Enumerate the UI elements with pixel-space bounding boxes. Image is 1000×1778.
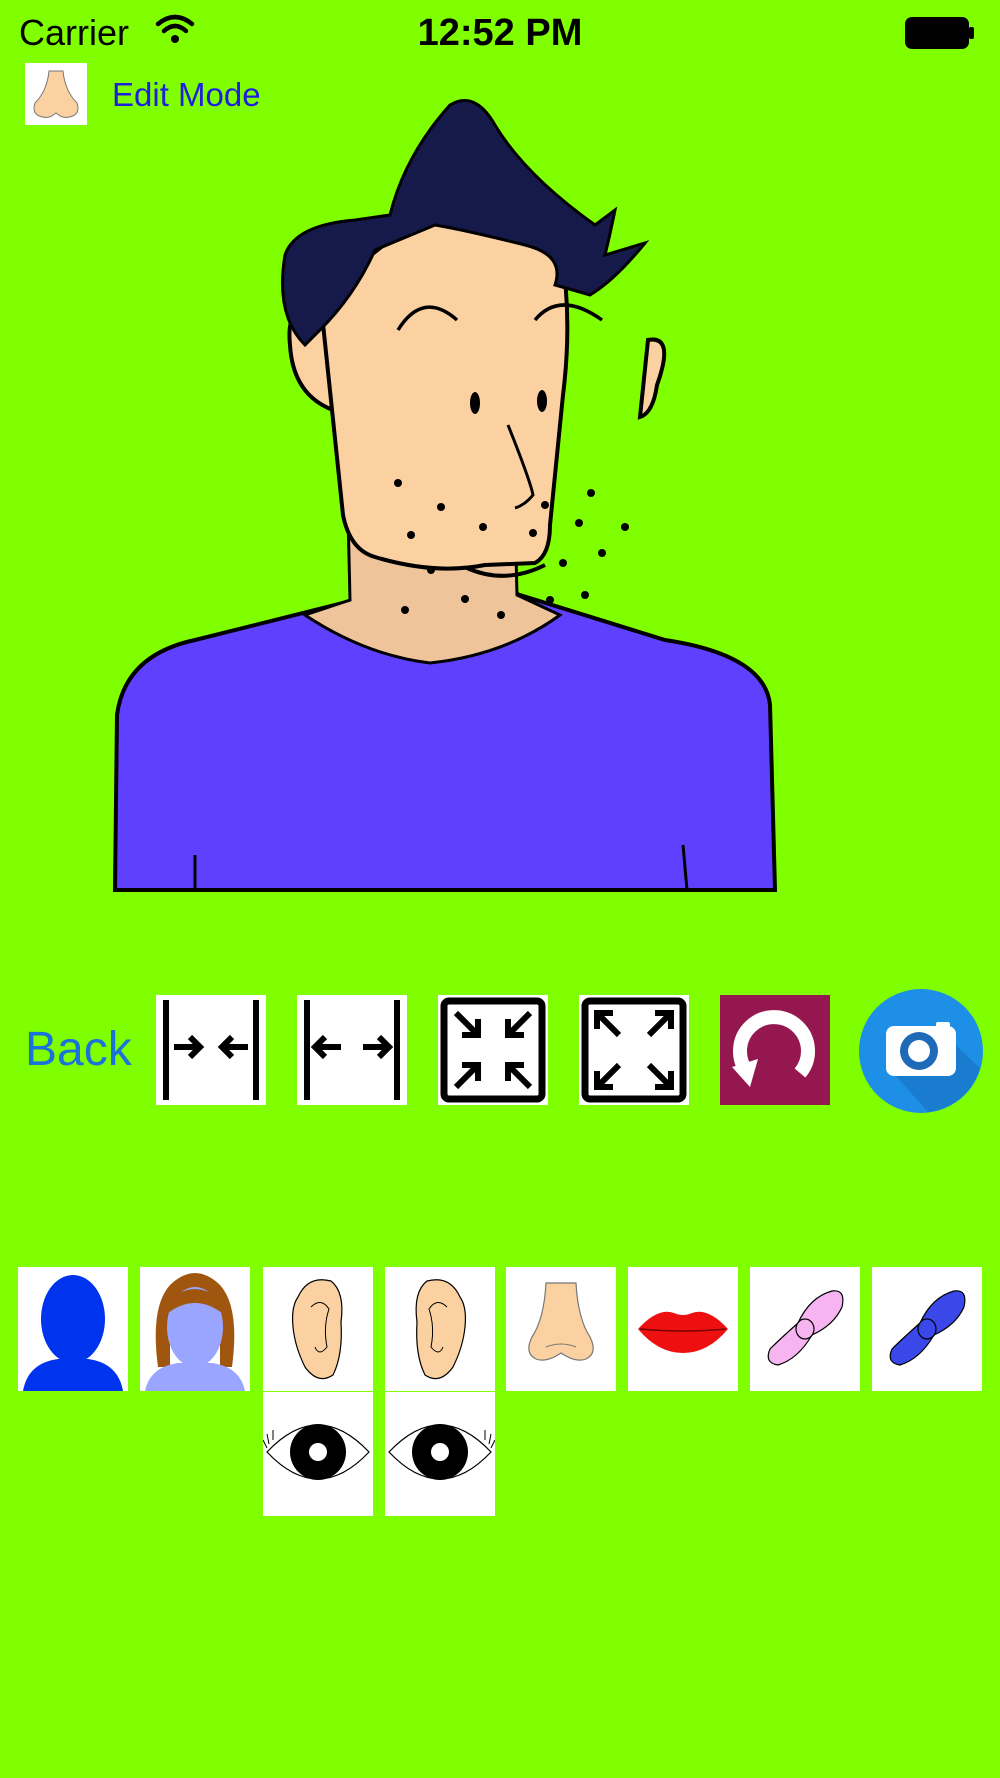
- rotate-button[interactable]: [720, 995, 830, 1105]
- right-eye-icon: [388, 1424, 495, 1480]
- camera-icon: [859, 989, 983, 1113]
- shrink-icon: [438, 995, 548, 1105]
- shrink-button[interactable]: [438, 995, 548, 1105]
- part-right-eye[interactable]: [385, 1392, 495, 1516]
- part-left-eye[interactable]: [263, 1392, 373, 1516]
- face-canvas[interactable]: [105, 95, 885, 895]
- male-head-icon: [23, 1275, 123, 1391]
- nose-icon: [528, 1282, 594, 1361]
- battery-icon: [905, 17, 974, 49]
- part-lips[interactable]: [628, 1267, 738, 1391]
- rotate-icon: [720, 995, 830, 1105]
- nose-icon: [33, 70, 79, 118]
- female-head-icon: [145, 1273, 245, 1391]
- part-female-head[interactable]: [140, 1267, 250, 1391]
- part-left-ear[interactable]: [263, 1267, 373, 1391]
- left-eye-icon: [263, 1424, 370, 1480]
- left-ear-icon: [291, 1279, 343, 1380]
- lips-icon: [638, 1311, 728, 1353]
- enlarge-icon: [579, 995, 689, 1105]
- status-bar: Carrier 12:52 PM: [0, 0, 1000, 66]
- part-right-ear[interactable]: [385, 1267, 495, 1391]
- part-blue-bow-tie[interactable]: [872, 1267, 982, 1391]
- selected-part-thumbnail[interactable]: [25, 63, 87, 125]
- part-male-head[interactable]: [18, 1267, 128, 1391]
- blue-bow-tie-icon: [889, 1290, 966, 1366]
- enlarge-button[interactable]: [579, 995, 689, 1105]
- pink-bow-tie-icon: [767, 1290, 844, 1366]
- part-nose[interactable]: [506, 1267, 616, 1391]
- right-ear-icon: [415, 1279, 467, 1380]
- narrow-button[interactable]: [156, 995, 266, 1105]
- widen-button[interactable]: [297, 995, 407, 1105]
- widen-icon: [297, 995, 407, 1105]
- part-pink-bow-tie[interactable]: [750, 1267, 860, 1391]
- clock: 12:52 PM: [417, 12, 583, 54]
- camera-button[interactable]: [858, 988, 984, 1114]
- back-button[interactable]: Back: [25, 1022, 132, 1077]
- narrow-icon: [156, 995, 266, 1105]
